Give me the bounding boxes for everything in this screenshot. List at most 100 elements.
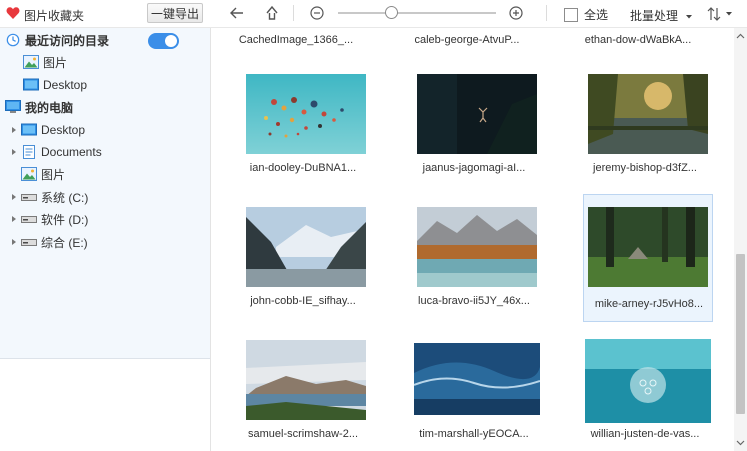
sidebar-recent-label: 最近访问的目录 [25,33,110,48]
back-button[interactable] [226,3,248,23]
drive-icon [21,194,37,201]
clock-icon [6,33,20,47]
sidebar-item-drive-e[interactable]: 综合 (E:) [0,231,210,253]
scrollbar-thumb[interactable] [736,254,745,414]
image-thumbnail-balloons[interactable] [246,74,366,154]
sidebar-item-label: 综合 (E:) [41,235,88,250]
desktop-folder-icon [23,78,39,91]
scroll-up-icon[interactable] [736,32,745,41]
image-thumbnail-forest-deer[interactable] [588,207,708,287]
sidebar-item-label: 系统 (C:) [41,190,89,205]
up-button[interactable] [261,3,283,23]
sidebar-item-label: 图片 [43,55,68,70]
expand-arrow-icon[interactable] [11,238,17,246]
expand-arrow-icon[interactable] [11,126,17,134]
toolbar: 图片收藏夹 一键导出 全选 批量处理 [0,0,747,28]
image-caption[interactable]: caleb-george-AtvuP... [402,34,532,46]
image-card[interactable]: tim-marshall-yEOCA... [402,331,540,451]
image-caption[interactable]: CachedImage_1366_... [231,34,361,46]
mountain-lake-image [246,340,366,420]
zoom-slider-track[interactable] [338,12,496,14]
toolbar-divider [546,5,547,21]
image-caption: samuel-scrimshaw-2... [247,428,359,440]
image-caption[interactable]: ethan-dow-dWaBkA... [573,34,703,46]
image-caption: ian-dooley-DuBNA1... [249,162,357,174]
sidebar-item-drive-c[interactable]: 系统 (C:) [0,186,210,208]
scroll-down-icon[interactable] [736,438,745,447]
sidebar-recent-header[interactable]: 最近访问的目录 [0,29,210,51]
sidebar-item-desktop[interactable]: Desktop [0,119,210,141]
image-card[interactable]: willian-justen-de-vas... [573,331,711,451]
sort-button[interactable] [706,4,742,24]
image-thumbnail-forest-lake[interactable] [588,74,708,154]
image-card[interactable]: samuel-scrimshaw-2... [231,331,366,451]
image-caption: luca-bravo-ii5JY_46x... [418,295,530,307]
expand-arrow-icon[interactable] [11,193,17,201]
plus-circle-icon [509,6,523,20]
app-title: 图片收藏夹 [24,9,85,23]
sidebar-item-pictures[interactable]: 图片 [0,163,210,185]
image-thumbnail-mountain-lake[interactable] [246,340,366,420]
image-card[interactable]: john-cobb-IE_sifhay... [231,198,366,326]
swimmer-dark-water-image [417,74,537,154]
forest-lake-image [588,74,708,154]
image-card-selected[interactable]: mike-arney-rJ5vHo8... [583,194,713,322]
image-thumbnail-swimmer[interactable] [417,74,537,154]
batch-process-menu[interactable]: 批量处理 [630,7,693,24]
image-thumbnail-wave[interactable] [414,343,540,415]
computer-icon [5,100,21,113]
gallery-grid: CachedImage_1366_... caleb-george-AtvuP.… [211,28,734,451]
zoom-slider-thumb[interactable] [385,6,398,19]
heart-logo-icon [6,7,20,19]
image-card[interactable]: jaanus-jagomagi-aI... [402,65,537,193]
image-caption: tim-marshall-yEOCA... [419,428,529,440]
zoom-out-button[interactable] [306,3,328,23]
sidebar-item-recent-pictures[interactable]: 图片 [0,51,210,73]
mountain-fjord-image [246,207,366,287]
expand-arrow-icon[interactable] [11,215,17,223]
folder-tree: 最近访问的目录 图片 Desktop 我的电脑 Desktop Document… [0,28,210,359]
sort-icon [707,7,721,21]
toolbar-divider [293,5,294,21]
image-caption: willian-justen-de-vas... [590,428,700,440]
sidebar-item-documents[interactable]: Documents [0,141,210,163]
sidebar-item-label: 软件 (D:) [41,212,89,227]
batch-process-label: 批量处理 [630,9,679,23]
minus-circle-icon [310,6,324,20]
image-caption: john-cobb-IE_sifhay... [250,295,356,307]
image-thumbnail-jellyfish[interactable] [585,339,711,423]
checkbox-box[interactable] [564,7,578,22]
image-card[interactable]: ian-dooley-DuBNA1... [231,65,366,193]
jellyfish-image [585,339,711,423]
toggle-knob [165,35,177,47]
image-card[interactable]: jeremy-bishop-d3fZ... [573,65,708,193]
sidebar-item-label: 图片 [41,167,66,182]
recent-toggle[interactable] [148,33,179,49]
select-all-label: 全选 [584,8,609,22]
expand-arrow-icon[interactable] [11,148,17,156]
image-caption: jaanus-jagomagi-aI... [422,162,526,174]
caret-down-icon [686,14,693,19]
ocean-wave-image [414,343,540,415]
select-all-checkbox[interactable]: 全选 [564,6,608,23]
sidebar-computer-label: 我的电脑 [25,100,74,115]
image-thumbnail-fjord[interactable] [246,207,366,287]
export-button[interactable]: 一键导出 [147,3,203,23]
image-caption: jeremy-bishop-d3fZ... [593,162,697,174]
hot-air-balloons-image [246,74,366,154]
sidebar-item-label: Documents [41,145,102,159]
desktop-folder-icon [21,123,37,136]
image-card[interactable]: luca-bravo-ii5JY_46x... [402,198,537,326]
zoom-in-button[interactable] [505,3,527,23]
alpine-lake-image [417,207,537,287]
sidebar-item-recent-desktop[interactable]: Desktop [0,74,210,96]
sidebar: 最近访问的目录 图片 Desktop 我的电脑 Desktop Document… [0,28,211,451]
arrow-left-icon [230,7,243,19]
sidebar-item-drive-d[interactable]: 软件 (D:) [0,208,210,230]
vertical-scrollbar[interactable] [734,28,747,451]
drive-icon [21,216,37,223]
image-thumbnail-alpine-lake[interactable] [417,207,537,287]
green-forest-image [588,207,708,287]
caret-down-icon [726,12,732,16]
sidebar-computer-header[interactable]: 我的电脑 [0,96,210,118]
